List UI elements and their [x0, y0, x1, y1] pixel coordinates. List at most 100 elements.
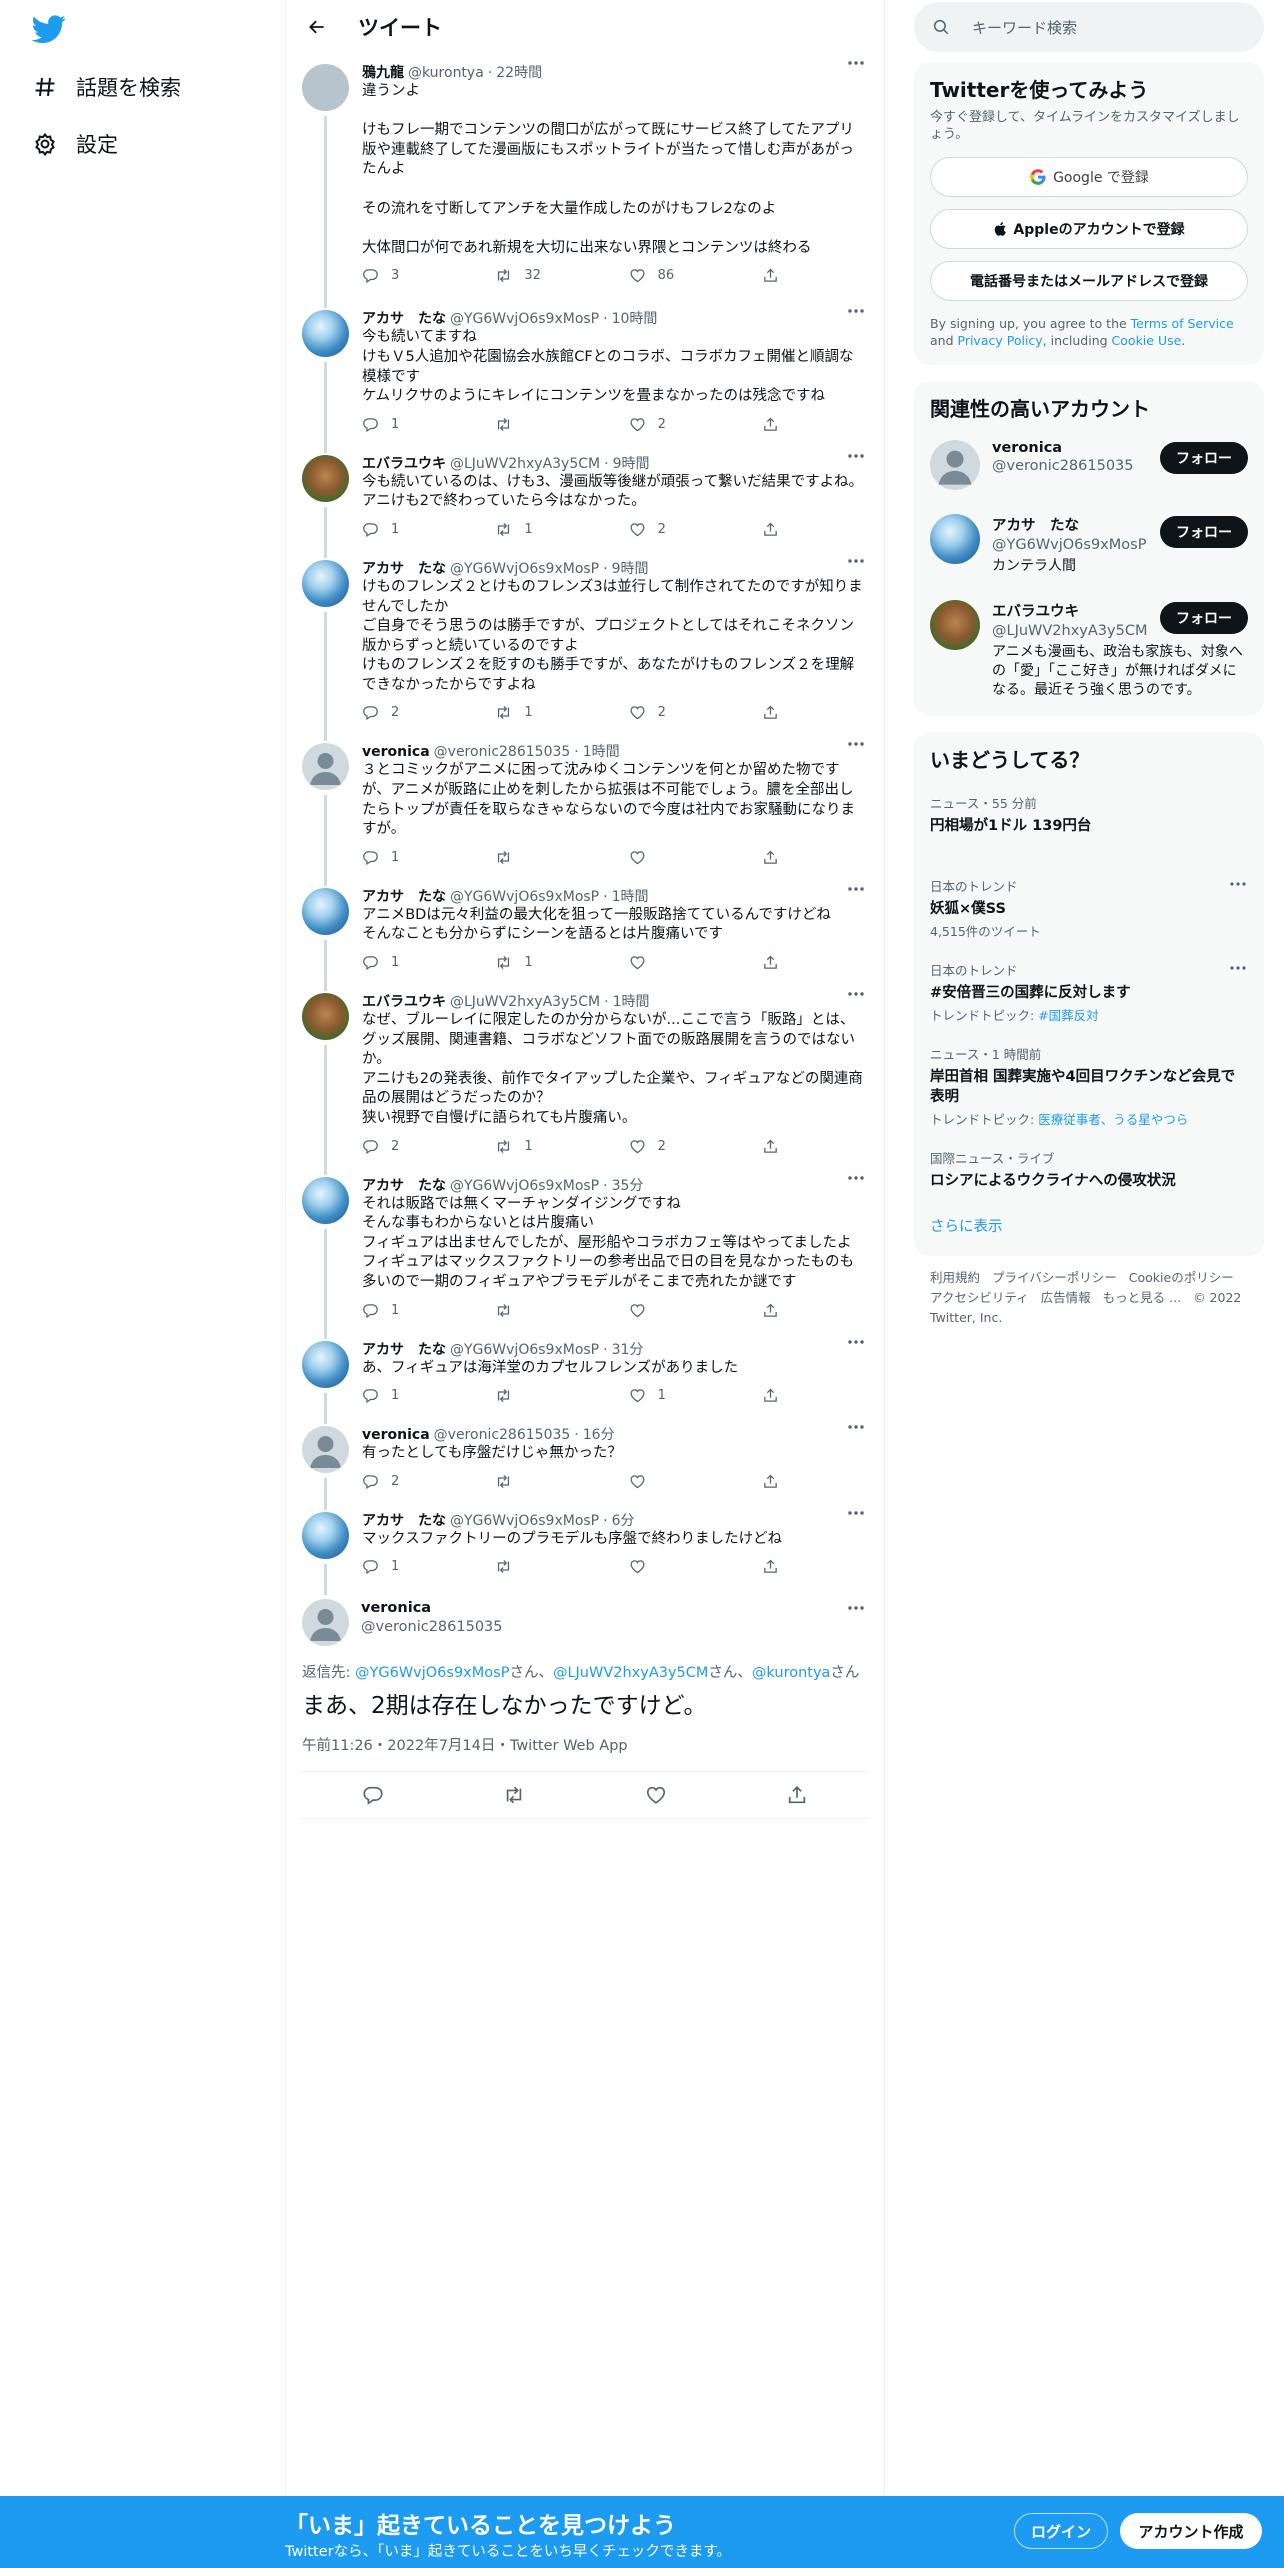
retweet-button[interactable] — [495, 1302, 591, 1319]
reply-button[interactable]: 1 — [362, 521, 458, 538]
avatar[interactable] — [302, 993, 349, 1041]
phone-email-signup-button[interactable]: 電話番号またはメールアドレスで登録 — [930, 261, 1248, 301]
more-options-icon[interactable] — [846, 737, 866, 751]
author-handle[interactable]: @YG6WvjO6s9xMosP — [450, 1512, 599, 1530]
google-signup-button[interactable]: Google で登録 — [930, 157, 1248, 197]
avatar[interactable] — [930, 440, 980, 490]
twitter-logo-icon[interactable] — [30, 12, 68, 46]
avatar[interactable] — [302, 454, 349, 502]
share-button[interactable] — [762, 954, 782, 971]
author-name[interactable]: アカサ たな — [362, 1341, 446, 1359]
search-input[interactable]: キーワード検索 — [972, 17, 1077, 38]
author-handle[interactable]: @LJuWV2hxyA3y5CM — [450, 455, 600, 473]
like-button[interactable]: 86 — [629, 267, 725, 284]
more-options-icon[interactable] — [846, 1171, 866, 1185]
share-button[interactable] — [762, 1302, 782, 1319]
author-handle[interactable]: @veronic28615035 — [361, 1619, 503, 1635]
share-button[interactable] — [762, 1138, 782, 1155]
like-button[interactable]: 2 — [629, 521, 725, 538]
reply-icon[interactable] — [362, 1784, 384, 1806]
like-button[interactable] — [629, 1302, 725, 1319]
more-options-icon[interactable] — [846, 1506, 866, 1520]
terms-of-service-link[interactable]: Terms of Service — [1131, 316, 1234, 331]
follow-button[interactable]: フォロー — [1160, 602, 1248, 634]
reply-mention-link[interactable]: @YG6WvjO6s9xMosP — [355, 1665, 509, 1681]
author-handle[interactable]: @veronic28615035 — [434, 743, 571, 761]
thread-tweet[interactable]: アカサ たな @YG6WvjO6s9xMosP · 35分 それは販路では無くマーチャン… — [286, 1169, 884, 1339]
more-options-icon[interactable] — [846, 304, 866, 318]
account-row[interactable]: アカサ たな @YG6WvjO6s9xMosP カンテラ人間 フォロー — [914, 502, 1264, 588]
signup-button[interactable]: アカウント作成 — [1120, 2513, 1262, 2549]
retweet-button[interactable]: 1 — [495, 704, 591, 721]
footer-link[interactable]: Cookieのポリシー — [1129, 1270, 1234, 1285]
retweet-button[interactable]: 1 — [495, 521, 591, 538]
tweet-time[interactable]: 10時間 — [612, 310, 658, 328]
reply-button[interactable]: 1 — [362, 849, 458, 866]
avatar[interactable] — [302, 310, 349, 358]
retweet-button[interactable]: 32 — [495, 267, 591, 284]
like-button[interactable] — [629, 1558, 725, 1575]
author-name[interactable]: アカサ たな — [362, 1177, 446, 1195]
reply-button[interactable]: 1 — [362, 416, 458, 433]
thread-tweet[interactable]: アカサ たな @YG6WvjO6s9xMosP · 9時間 けものフレンズ２とけものフレ… — [286, 552, 884, 742]
reply-button[interactable]: 1 — [362, 1387, 458, 1404]
tweet-time[interactable]: 22時間 — [496, 64, 542, 82]
thread-tweet[interactable]: 鴉九龍 @kurontya · 22時間 違うンよ けもフレ一期でコンテンツの間口が広が… — [286, 54, 884, 309]
thread-tweet[interactable]: アカサ たな @YG6WvjO6s9xMosP · 10時間 今も続いてますね けもＶ5… — [286, 302, 884, 453]
more-options-icon[interactable] — [846, 1601, 866, 1615]
reply-button[interactable]: 3 — [362, 267, 458, 284]
trend-topic-link[interactable]: 医療従事者、うる星やつら — [1038, 1112, 1188, 1127]
retweet-button[interactable] — [495, 416, 591, 433]
like-button[interactable]: 2 — [629, 416, 725, 433]
reply-button[interactable]: 2 — [362, 1473, 458, 1490]
author-name[interactable]: エバラユウキ — [362, 993, 446, 1011]
like-button[interactable] — [629, 849, 725, 866]
trend-item[interactable]: ニュース・55 分前 円相場が1ドル 139円台 — [914, 783, 1264, 866]
footer-link[interactable]: 利用規約 — [930, 1270, 980, 1285]
reply-button[interactable]: 1 — [362, 1558, 458, 1575]
thread-tweet[interactable]: アカサ たな @YG6WvjO6s9xMosP · 6分 マックスファクトリーのプラモデ… — [286, 1504, 884, 1596]
share-button[interactable] — [762, 416, 782, 433]
reply-button[interactable]: 1 — [362, 954, 458, 971]
more-options-icon[interactable] — [846, 56, 866, 70]
avatar[interactable] — [302, 1426, 349, 1474]
tweet-time[interactable]: 9時間 — [613, 455, 650, 473]
author-handle[interactable]: @YG6WvjO6s9xMosP — [450, 888, 599, 906]
author-name[interactable]: 鴉九龍 — [362, 64, 404, 82]
retweet-button[interactable] — [495, 1558, 591, 1575]
share-button[interactable] — [762, 704, 782, 721]
search-box[interactable]: キーワード検索 — [914, 2, 1264, 52]
thread-tweet[interactable]: veronica @veronic28615035 · 16分 有ったとしても序盤だけじ… — [286, 1418, 884, 1510]
tweet-timestamp[interactable]: 午前11:26・2022年7月14日・Twitter Web App — [302, 1734, 868, 1755]
tweet-time[interactable]: 6分 — [612, 1512, 635, 1530]
thread-tweet[interactable]: エバラユウキ @LJuWV2hxyA3y5CM · 1時間 なぜ、ブルーレイに限定したの… — [286, 985, 884, 1175]
footer-link[interactable]: もっと見る ... — [1103, 1290, 1181, 1305]
thread-tweet[interactable]: アカサ たな @YG6WvjO6s9xMosP · 1時間 アニメBDは元々利益の最大化… — [286, 880, 884, 992]
retweet-button[interactable]: 1 — [495, 1138, 591, 1155]
author-name[interactable]: アカサ たな — [362, 560, 446, 578]
avatar[interactable] — [930, 514, 980, 564]
more-options-icon[interactable] — [846, 554, 866, 568]
apple-signup-button[interactable]: Appleのアカウントで登録 — [930, 209, 1248, 249]
follow-button[interactable]: フォロー — [1160, 516, 1248, 548]
more-options-icon[interactable] — [846, 1420, 866, 1434]
retweet-button[interactable]: 1 — [495, 954, 591, 971]
back-button[interactable] — [300, 10, 334, 44]
account-row[interactable]: veronica @veronic28615035 フォロー — [914, 428, 1264, 502]
reply-mention-link[interactable]: @LJuWV2hxyA3y5CM — [553, 1665, 708, 1681]
tweet-time[interactable]: 31分 — [612, 1341, 644, 1359]
retweet-button[interactable] — [495, 1473, 591, 1490]
share-button[interactable] — [762, 1387, 782, 1404]
retweet-button[interactable] — [495, 849, 591, 866]
share-icon[interactable] — [786, 1784, 808, 1806]
avatar[interactable] — [302, 887, 349, 935]
like-icon[interactable] — [645, 1784, 667, 1806]
trend-item[interactable]: ニュース・1 時間前 岸田首相 国葬実施や4回目ワクチンなど会見で表明 トレンドトピ… — [914, 1034, 1264, 1138]
trend-topic-link[interactable]: #国葬反対 — [1038, 1008, 1098, 1023]
tweet-time[interactable]: 16分 — [583, 1426, 615, 1444]
tweet-time[interactable]: 1時間 — [613, 993, 650, 1011]
more-options-icon[interactable] — [846, 1335, 866, 1349]
more-options-icon[interactable] — [846, 987, 866, 1001]
login-button[interactable]: ログイン — [1014, 2513, 1108, 2549]
retweet-icon[interactable] — [503, 1784, 525, 1806]
